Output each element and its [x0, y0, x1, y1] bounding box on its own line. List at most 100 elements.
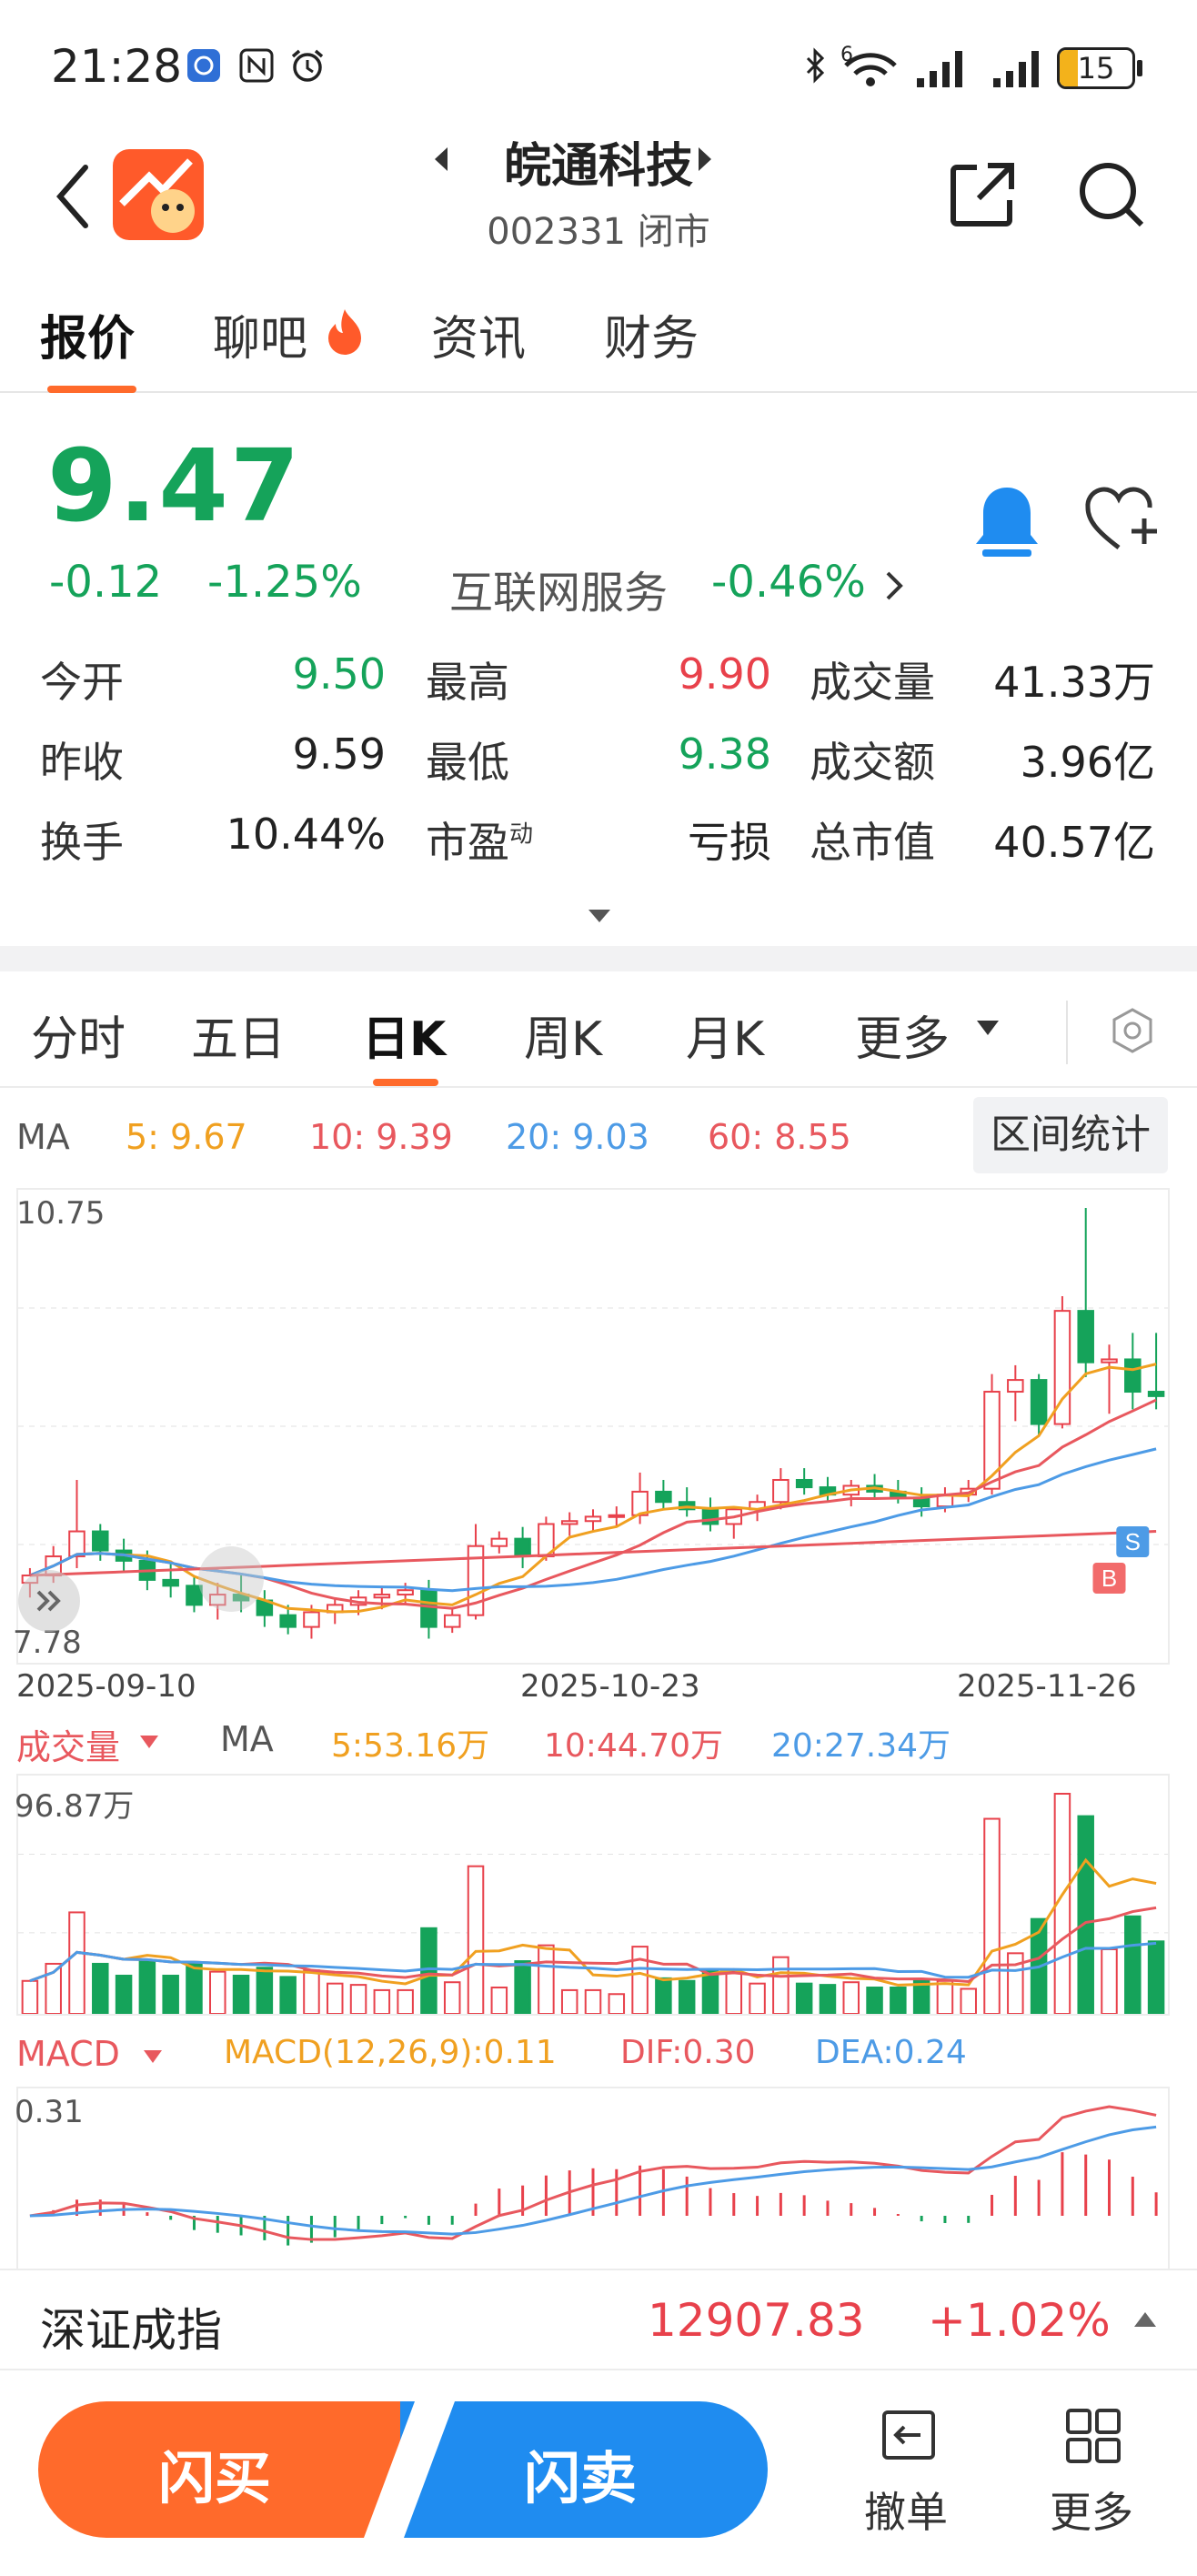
- volume-bar: [115, 1974, 133, 2015]
- volume-bar: [349, 1984, 367, 2016]
- bottom-divider: [0, 2369, 1197, 2370]
- value-volume: 41.33万: [993, 658, 1155, 707]
- tab-news[interactable]: 资讯: [431, 300, 526, 368]
- ktab-5day[interactable]: 五日: [191, 1001, 286, 1069]
- ktab-intraday[interactable]: 分时: [31, 1001, 126, 1069]
- status-bar: 21:28 6 15: [0, 0, 1197, 136]
- volume-bar: [92, 1962, 109, 2015]
- index-expand-icon[interactable]: [1132, 2309, 1159, 2330]
- volume-bar: [701, 1969, 719, 2015]
- network-badge: 6: [840, 44, 853, 66]
- volume-ma-label: MA: [220, 1719, 274, 1759]
- alarm-icon: [291, 49, 324, 82]
- label-market-cap: 总市值: [810, 818, 935, 867]
- volume-bar: [538, 1944, 555, 2016]
- volume-bar: [279, 1976, 297, 2016]
- crosshair-handle[interactable]: [198, 1546, 264, 1612]
- favorite-heart-icon[interactable]: [1082, 484, 1161, 557]
- value-open: 9.50: [292, 649, 386, 699]
- x-label-end: 2025-11-26: [957, 1668, 1137, 1705]
- ma10-value: 10: 9.39: [309, 1117, 453, 1157]
- macd-title[interactable]: MACD: [16, 2034, 120, 2074]
- tab-chat[interactable]: 聊吧: [213, 300, 307, 368]
- scroll-left-button[interactable]: [18, 1570, 80, 1632]
- label-pe: 市盈动: [426, 818, 534, 867]
- sell-label: 闪卖: [524, 2445, 638, 2511]
- ktab-more[interactable]: 更多: [855, 1001, 950, 1069]
- tab-finance[interactable]: 财务: [604, 300, 699, 368]
- volume-bar: [68, 1911, 86, 2015]
- pe-dynamic-sup: 动: [509, 820, 534, 849]
- candle: [1007, 1379, 1024, 1394]
- ktab-weekly[interactable]: 周K: [524, 1001, 602, 1069]
- volume-bar: [842, 1981, 860, 2015]
- volume-chart[interactable]: [16, 1774, 1170, 2016]
- volume-bar: [209, 1970, 226, 2015]
- buy-label: 闪买: [158, 2445, 272, 2511]
- ma60-value: 60: 8.55: [708, 1117, 851, 1157]
- battery-level: 15: [1077, 51, 1115, 86]
- cancel-order-icon[interactable]: [880, 2407, 937, 2463]
- dea-value: DEA:0.24: [815, 2034, 967, 2071]
- volume-bar: [1077, 1815, 1094, 2015]
- chevron-right-icon[interactable]: [882, 568, 906, 604]
- volume-bar: [725, 1970, 743, 2015]
- search-icon[interactable]: [1075, 158, 1148, 231]
- tab-quote[interactable]: 报价: [40, 300, 135, 368]
- range-stats-button[interactable]: 区间统计: [973, 1097, 1168, 1173]
- macd-svg: [29, 2105, 1158, 2246]
- kline-chart[interactable]: BS: [16, 1188, 1170, 1665]
- more-label[interactable]: 更多: [1050, 2480, 1133, 2540]
- label-volume: 成交量: [810, 658, 935, 707]
- settings-hexagon-icon[interactable]: [1108, 1006, 1157, 1055]
- candle: [701, 1508, 719, 1525]
- candle: [560, 1520, 578, 1525]
- value-turnover-amount: 3.96亿: [1020, 738, 1155, 787]
- next-stock-icon[interactable]: [695, 146, 715, 173]
- volume-title[interactable]: 成交量: [16, 1719, 120, 1769]
- ma-label: MA: [16, 1117, 70, 1157]
- volume-bar: [326, 1982, 344, 2015]
- signal-icon-1: [917, 51, 962, 87]
- sell-marker-label: S: [1125, 1528, 1141, 1555]
- candle: [303, 1611, 320, 1628]
- macd-chart[interactable]: [16, 2087, 1170, 2270]
- volume-bar: [303, 1969, 320, 2015]
- bell-icon[interactable]: [970, 482, 1044, 564]
- volume-bar: [232, 1974, 250, 2015]
- volume-bar: [819, 1984, 837, 2016]
- button-split: [364, 2401, 455, 2538]
- volume-bar: [678, 1979, 696, 2016]
- share-icon[interactable]: [946, 158, 1019, 231]
- candle: [1124, 1358, 1142, 1394]
- macd-max-label: 0.31: [15, 2094, 84, 2130]
- volume-bar: [584, 1988, 602, 2015]
- sector-change[interactable]: -0.46%: [711, 557, 866, 608]
- label-prev-close: 昨收: [40, 738, 124, 787]
- volume-svg: [18, 1793, 1168, 2016]
- ma5-value: 5: 9.67: [126, 1117, 247, 1157]
- macd-dropdown-icon[interactable]: [142, 2048, 164, 2065]
- sector-name[interactable]: 互联网服务: [449, 557, 668, 620]
- current-price: 9.47: [47, 428, 302, 544]
- more-grid-icon[interactable]: [1064, 2407, 1122, 2465]
- candle: [655, 1490, 672, 1504]
- x-label-mid: 2025-10-23: [520, 1668, 700, 1705]
- volume-bar: [631, 1946, 649, 2015]
- tab-separator: [1066, 1001, 1068, 1064]
- value-low: 9.38: [678, 730, 771, 779]
- ktab-daily[interactable]: 日K: [362, 1001, 446, 1069]
- dropdown-caret-icon[interactable]: [975, 1019, 1001, 1037]
- cancel-order-label[interactable]: 撤单: [864, 2480, 948, 2540]
- expand-down-icon[interactable]: [586, 906, 613, 926]
- volume-dropdown-icon[interactable]: [138, 1734, 160, 1750]
- candle: [772, 1478, 790, 1504]
- ktab-monthly[interactable]: 月K: [686, 1001, 764, 1069]
- label-turnover-amount: 成交额: [810, 738, 935, 787]
- fire-icon: [328, 309, 361, 355]
- label-high: 最高: [426, 658, 509, 707]
- volume-bar: [1147, 1940, 1165, 2016]
- volume-bar: [467, 1865, 485, 2016]
- volume-bar: [420, 1927, 438, 2015]
- volume-bar: [397, 1988, 414, 2015]
